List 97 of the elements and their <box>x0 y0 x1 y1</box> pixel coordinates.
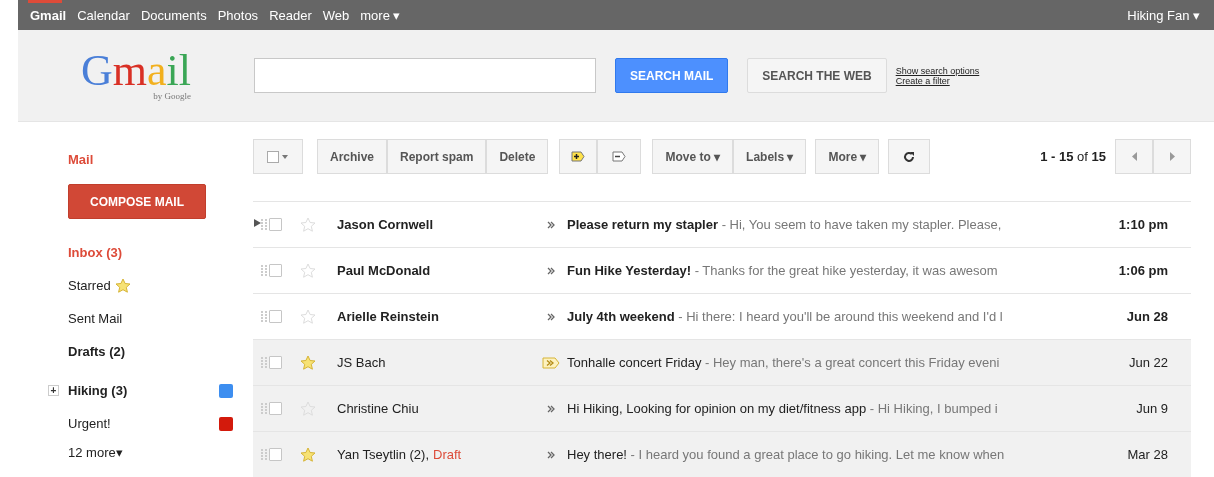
label-link[interactable]: Hiking (3) <box>68 383 128 398</box>
folder-link[interactable]: Starred <box>68 269 253 302</box>
row-checkbox[interactable] <box>269 402 282 415</box>
snippet: - Hi, You seem to have taken my stapler. Please, <box>720 217 1002 232</box>
mail-title[interactable]: Mail <box>68 152 253 167</box>
date: Jun 9 <box>1136 401 1168 416</box>
row-checkbox[interactable] <box>269 264 282 277</box>
message-row[interactable]: Yan Tseytlin (2), Draft Hey there! - I heard you found a great place to go hiking. Let me know when Mar 28 <box>253 432 1191 477</box>
importance-marker-icon[interactable] <box>542 356 560 369</box>
refresh-icon <box>903 150 916 163</box>
star-icon[interactable] <box>300 216 316 233</box>
top-nav-link[interactable]: Gmail <box>30 7 67 23</box>
compose-button[interactable]: COMPOSE MAIL <box>68 184 206 219</box>
snippet: - Hi Hiking, I bumped i <box>868 401 998 416</box>
expand-toggle[interactable]: + <box>48 385 59 396</box>
draft-label: Draft <box>433 447 462 462</box>
chevron-icon[interactable] <box>547 220 555 229</box>
select-menu-button[interactable] <box>253 139 303 174</box>
sender-name: Arielle Reinstein <box>337 309 439 324</box>
message-row[interactable]: Christine Chiu Hi Hiking, Looking for opinion on my diet/fitness app - Hi Hiking, I bumped i Jun 9 <box>253 386 1191 432</box>
drag-handle-icon[interactable] <box>261 264 267 277</box>
sender-name: Paul McDonald <box>337 263 431 278</box>
more-button[interactable]: More ▾ <box>815 139 880 174</box>
mail-logo: Gmail <box>81 50 191 91</box>
sender-name: Christine Chiu <box>337 401 419 416</box>
drag-handle-icon[interactable] <box>261 402 267 415</box>
top-nav-link[interactable]: Photos <box>217 7 259 23</box>
row-checkbox[interactable] <box>269 356 282 369</box>
chevron-icon[interactable] <box>547 450 555 459</box>
minus-tag-icon <box>612 151 627 162</box>
sender-name: Yan Tseytlin (2), <box>337 447 429 462</box>
subject: Tonhalle concert Friday <box>567 355 702 370</box>
report-spam-button[interactable]: Report spam <box>387 139 487 174</box>
chevron-icon[interactable] <box>547 312 555 321</box>
delete-button[interactable]: Delete <box>486 139 549 174</box>
date: 1:06 pm <box>1118 263 1168 278</box>
next-page-button[interactable] <box>1153 139 1191 174</box>
date: Jun 22 <box>1128 355 1168 370</box>
star-icon[interactable] <box>300 446 316 463</box>
more-labels-link[interactable]: 12 more▾ <box>68 440 253 464</box>
top-nav-link[interactable]: Documents <box>140 7 207 23</box>
logo-byline: by Google <box>153 90 191 101</box>
checkbox-caret-icon <box>267 150 289 163</box>
folder-link[interactable]: Inbox (3) <box>68 236 253 269</box>
subject: Fun Hike Yesterday! <box>567 263 692 278</box>
subject: Please return my stapler <box>567 217 719 232</box>
account-menu[interactable]: Hiking Fan ▾ <box>1127 7 1200 23</box>
snippet: - Hey man, there's a great concert this Friday eveni <box>704 355 1000 370</box>
folder-link[interactable]: Sent Mail <box>68 302 253 335</box>
chevron-icon[interactable] <box>547 266 555 275</box>
labels-button[interactable]: Labels ▾ <box>733 139 807 174</box>
move-to-button[interactable]: Move to ▾ <box>652 139 734 174</box>
star-icon[interactable] <box>300 354 316 371</box>
drag-handle-icon[interactable] <box>261 310 267 323</box>
search-web-button[interactable]: SEARCH THE WEB <box>747 58 887 93</box>
active-indicator <box>28 0 62 3</box>
snippet: - Thanks for the great hike yesterday, it was awesom <box>693 263 998 278</box>
label-link[interactable]: Urgent! <box>68 416 111 431</box>
drag-handle-icon[interactable] <box>261 448 267 461</box>
drag-handle-icon[interactable] <box>261 218 267 231</box>
subject: Hey there! <box>567 447 627 462</box>
plus-tag-icon <box>571 151 586 162</box>
star-icon[interactable] <box>300 308 316 325</box>
sender-name: JS Bach <box>337 355 386 370</box>
subject: Hi Hiking, Looking for opinion on my diet/fitness app <box>567 401 867 416</box>
snippet: - Hi there: I heard you'll be around this weekend and I'd l <box>677 309 1003 324</box>
subject: July 4th weekend <box>567 309 675 324</box>
date: Mar 28 <box>1127 447 1168 462</box>
mark-important-button[interactable] <box>559 139 598 174</box>
message-row[interactable]: JS Bach Tonhalle concert Friday - Hey man, there's a great concert this Friday eveni Jun 22 <box>253 340 1191 386</box>
snippet: - I heard you found a great place to go hiking. Let me know when <box>629 447 1005 462</box>
star-icon[interactable] <box>300 262 316 279</box>
chevron-icon[interactable] <box>547 404 555 413</box>
mark-unimportant-button[interactable] <box>597 139 642 174</box>
top-nav-link[interactable]: Reader <box>269 7 312 23</box>
caret-icon <box>254 218 261 227</box>
page-range: 1 - 15 of 15 <box>1040 149 1106 164</box>
folder-link[interactable]: Drafts (2) <box>68 335 253 368</box>
date: 1:10 pm <box>1118 217 1168 232</box>
search-link[interactable]: Create a filter <box>895 75 980 86</box>
row-checkbox[interactable] <box>269 218 282 231</box>
previous-page-button[interactable] <box>1115 139 1153 174</box>
date: Jun 28 <box>1126 309 1168 324</box>
row-checkbox[interactable] <box>269 448 282 461</box>
top-nav-link[interactable]: more ▾ <box>360 7 401 23</box>
drag-handle-icon[interactable] <box>261 356 267 369</box>
star-icon[interactable] <box>114 277 131 294</box>
top-nav-link[interactable]: Calendar <box>77 7 130 23</box>
right-arrow-icon <box>1169 152 1175 161</box>
search-field[interactable] <box>254 58 596 93</box>
refresh-button[interactable] <box>888 139 931 174</box>
left-arrow-icon <box>1131 152 1137 161</box>
top-nav-link[interactable]: Web <box>322 7 350 23</box>
sender-name: Jason Cornwell <box>337 217 434 232</box>
row-checkbox[interactable] <box>269 310 282 323</box>
search-link[interactable]: Show search options <box>895 65 980 76</box>
archive-button[interactable]: Archive <box>317 139 388 174</box>
